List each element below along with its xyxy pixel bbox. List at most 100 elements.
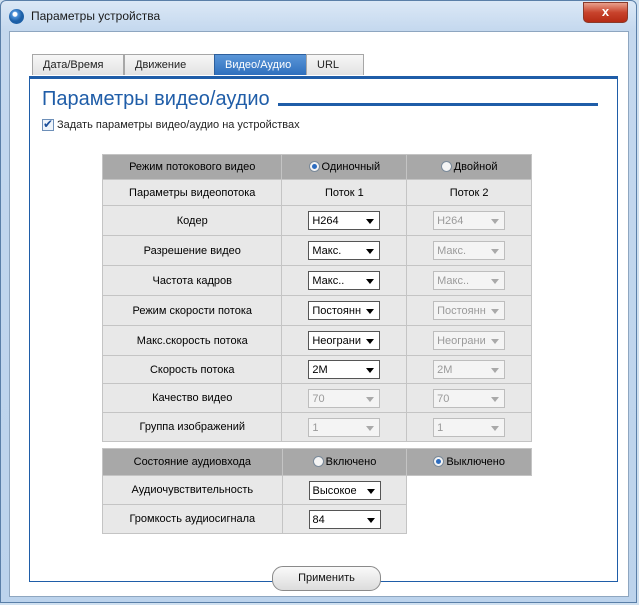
table-row: Группа изображений 1 1: [101, 412, 532, 442]
resolution-label: Разрешение видео: [101, 235, 283, 266]
select-value: Макс.: [312, 245, 342, 257]
app-icon: [9, 9, 24, 24]
select-value: Неограни: [312, 335, 362, 347]
max-bitrate-label: Макс.скорость потока: [101, 325, 283, 356]
dialog-body: Дата/Время Движение Видео/Аудио URL Пара…: [9, 31, 629, 597]
dropdown-arrow-icon: [366, 517, 375, 523]
audio-on-option[interactable]: Включено: [281, 448, 408, 476]
radio-single[interactable]: [308, 161, 320, 172]
video-settings-table: Режим потокового видео Одиночный Двойной…: [101, 154, 532, 442]
gop-label: Группа изображений: [101, 412, 283, 442]
select-value: 2M: [312, 364, 328, 376]
select-value: H264: [437, 215, 464, 227]
dropdown-arrow-icon: [491, 396, 500, 402]
audio-volume-select[interactable]: 84: [308, 509, 381, 529]
select-value: Постоянн: [437, 305, 486, 317]
stream-mode-row: Режим потокового видео Одиночный Двойной: [101, 154, 532, 180]
select-value: 70: [437, 392, 450, 405]
stream-header-row: Параметры видеопотока Поток 1 Поток 2: [101, 179, 532, 206]
radio-audio-off[interactable]: [433, 456, 445, 467]
dropdown-arrow-icon: [491, 425, 500, 431]
table-row: Частота кадров Макс.. Макс..: [101, 265, 532, 296]
video-quality-label: Качество видео: [101, 383, 283, 413]
quality-select-stream1: 70: [308, 388, 381, 408]
resolution-select-stream1[interactable]: Макс.: [308, 241, 381, 260]
select-value: 1: [312, 421, 319, 434]
dropdown-arrow-icon: [491, 368, 500, 373]
dropdown-arrow-icon: [491, 339, 500, 344]
settings-window: Параметры устройства x Дата/Время Движен…: [0, 0, 637, 603]
gop-select-stream1: 1: [308, 417, 381, 437]
resolution-select-stream2: Макс.: [433, 241, 506, 260]
audio-state-row: Состояние аудиовхода Включено Выключено: [102, 448, 532, 476]
gop-select-stream2: 1: [433, 417, 506, 437]
tab-url[interactable]: URL: [306, 54, 364, 75]
dropdown-arrow-icon: [491, 279, 500, 284]
audio-settings-table: Состояние аудиовхода Включено Выключено …: [102, 448, 532, 534]
select-value: Макс.: [437, 245, 467, 257]
frame-rate-select-stream2: Макс..: [433, 271, 506, 290]
stream-mode-label: Режим потокового видео: [101, 154, 283, 180]
bitrate-mode-select-stream1[interactable]: Постоянн: [308, 301, 381, 320]
dropdown-arrow-icon: [366, 309, 375, 314]
close-button[interactable]: x: [583, 2, 628, 23]
audio-on-label: Включено: [325, 456, 377, 468]
quality-select-stream2: 70: [433, 388, 506, 408]
bitrate-select-stream1[interactable]: 2M: [308, 360, 381, 379]
select-value: 70: [312, 392, 325, 405]
dropdown-arrow-icon: [366, 249, 375, 254]
select-value: Постоянн: [312, 305, 362, 317]
dropdown-arrow-icon: [491, 219, 500, 224]
select-value: 84: [312, 513, 325, 526]
dropdown-arrow-icon: [366, 396, 375, 402]
apply-to-devices-label: Задать параметры видео/аудио на устройст…: [57, 119, 300, 131]
frame-rate-label: Частота кадров: [101, 265, 283, 296]
title-bar: Параметры устройства x: [1, 1, 636, 31]
video-audio-panel: Параметры видео/аудио Задать параметры в…: [29, 76, 618, 582]
max-bitrate-select-stream2: Неограни: [433, 331, 506, 350]
table-row: Аудиочувствительность Высокое: [102, 475, 532, 505]
audio-volume-label: Громкость аудиосигнала: [102, 504, 283, 534]
apply-to-devices-checkbox[interactable]: [42, 117, 54, 131]
stream2-header: Поток 2: [406, 179, 532, 206]
select-value: 2M: [437, 364, 453, 376]
select-value: 1: [437, 421, 444, 434]
window-title: Параметры устройства: [31, 9, 161, 23]
tab-video-audio[interactable]: Видео/Аудио: [214, 54, 308, 75]
page-title: Параметры видео/аудио: [42, 88, 270, 110]
stream1-header: Поток 1: [281, 179, 408, 206]
table-row: Макс.скорость потока Неограни Неограни: [101, 325, 532, 356]
audio-sensitivity-label: Аудиочувствительность: [102, 475, 283, 505]
radio-dual[interactable]: [440, 161, 452, 172]
dropdown-arrow-icon: [491, 249, 500, 254]
apply-button[interactable]: Применить: [272, 566, 381, 591]
mode-single-label: Одиночный: [321, 161, 381, 173]
dropdown-arrow-icon: [366, 488, 375, 494]
dropdown-arrow-icon: [366, 219, 375, 224]
dropdown-arrow-icon: [366, 339, 375, 344]
dropdown-arrow-icon: [366, 368, 375, 373]
tab-date-time[interactable]: Дата/Время: [32, 54, 124, 75]
select-value: Неограни: [437, 335, 486, 347]
select-value: Макс..: [312, 275, 345, 287]
bitrate-select-stream2: 2M: [433, 360, 506, 379]
dropdown-arrow-icon: [366, 279, 375, 284]
table-row: Скорость потока 2M 2M: [101, 355, 532, 384]
mode-dual-option[interactable]: Двойной: [406, 154, 532, 180]
stream-params-label: Параметры видеопотока: [101, 179, 283, 206]
table-row: Кодер H264 H264: [101, 205, 532, 236]
radio-audio-on[interactable]: [312, 456, 324, 467]
bitrate-mode-select-stream2: Постоянн: [433, 301, 506, 320]
audio-off-option[interactable]: Выключено: [406, 448, 532, 476]
bitrate-label: Скорость потока: [101, 355, 283, 384]
audio-sensitivity-select[interactable]: Высокое: [308, 480, 381, 500]
max-bitrate-select-stream1[interactable]: Неограни: [308, 331, 381, 350]
heading-rule: [278, 103, 598, 106]
mode-single-option[interactable]: Одиночный: [281, 154, 408, 180]
bitrate-mode-label: Режим скорости потока: [101, 295, 283, 326]
frame-rate-select-stream1[interactable]: Макс..: [308, 271, 381, 290]
tab-motion[interactable]: Движение: [124, 54, 216, 75]
encoder-select-stream1[interactable]: H264: [308, 211, 381, 230]
select-value: Макс..: [437, 275, 470, 287]
table-row: Громкость аудиосигнала 84: [102, 504, 532, 534]
